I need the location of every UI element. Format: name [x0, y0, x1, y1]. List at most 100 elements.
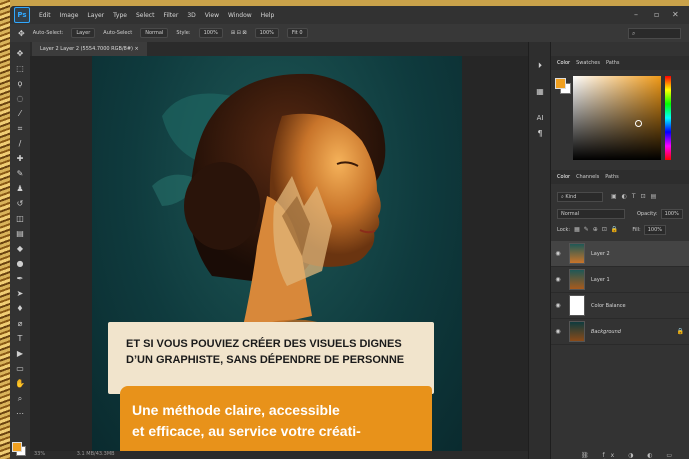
- mode-dropdown[interactable]: Normal: [140, 28, 169, 38]
- layer-kind-label: Kind: [565, 193, 577, 200]
- visibility-eye-icon[interactable]: ◉: [551, 302, 565, 309]
- pen-tool-icon-4[interactable]: ⌀: [14, 318, 26, 330]
- stamp-tool-icon[interactable]: ♟: [14, 183, 26, 195]
- layer-row-layer-1[interactable]: ◉ Layer 1: [551, 267, 689, 293]
- lasso-tool-icon[interactable]: ϙ: [14, 78, 26, 90]
- eyedropper-icon[interactable]: /: [14, 138, 26, 150]
- percent-field[interactable]: 100%: [254, 28, 279, 38]
- tab-layers-color[interactable]: Color: [557, 174, 570, 180]
- minimize-icon[interactable]: –: [634, 10, 638, 19]
- lock-icon[interactable]: 🔒: [677, 328, 684, 335]
- blend-mode-dropdown[interactable]: Normal: [557, 208, 625, 219]
- blur-tool-icon[interactable]: ◆: [14, 243, 26, 255]
- more-tools-icon[interactable]: ⋯: [14, 408, 26, 420]
- fill-label: Fill:: [632, 226, 641, 233]
- menu-type[interactable]: Type: [113, 12, 127, 19]
- layer-row-color-balance[interactable]: ◉ Color Balance: [551, 293, 689, 319]
- style-label: Style:: [176, 30, 191, 36]
- search-input[interactable]: ⌕: [628, 28, 681, 39]
- layers-panel-tabs: Color Channels Paths: [551, 170, 689, 184]
- auto-select-dropdown[interactable]: Layer: [71, 28, 96, 38]
- align-icons[interactable]: ⊞ ⊟ ⊠: [231, 30, 247, 36]
- history-icon[interactable]: ⏵: [534, 60, 546, 72]
- headline-card[interactable]: ET SI VOUS POUVIEZ CRÉER DES VISUELS DIG…: [108, 322, 434, 394]
- artboard[interactable]: ET SI VOUS POUVIEZ CRÉER DES VISUELS DIG…: [92, 56, 462, 459]
- tab-swatches[interactable]: Swatches: [576, 60, 600, 66]
- pen-tool-icon-2[interactable]: ➤: [14, 288, 26, 300]
- menu-select[interactable]: Select: [136, 12, 155, 19]
- lock-icons[interactable]: ▦✎⊕⊡🔒: [574, 226, 622, 233]
- foreground-color-swatch[interactable]: [12, 442, 22, 452]
- shape-tool-icon[interactable]: ▭: [14, 363, 26, 375]
- menu-layer[interactable]: Layer: [87, 12, 104, 19]
- adjustments-icon[interactable]: ▦: [534, 86, 546, 98]
- tab-color[interactable]: Color: [557, 60, 570, 66]
- transform-controls-toggle[interactable]: Auto-Select: [103, 30, 132, 36]
- gold-background: [0, 0, 10, 459]
- fill-field[interactable]: 100%: [643, 224, 666, 235]
- move-tool-icon[interactable]: ✥: [14, 48, 26, 60]
- menu-edit[interactable]: Edit: [39, 12, 51, 19]
- gradient-tool-icon[interactable]: ▤: [14, 228, 26, 240]
- ai-panel-label[interactable]: AI: [534, 112, 546, 124]
- layer-row-background[interactable]: ◉ Background 🔒: [551, 319, 689, 345]
- hue-slider[interactable]: [665, 76, 671, 160]
- layer-filter-bar: ⌕ Kind ▣◐T⊡▤: [557, 191, 684, 202]
- subheadline-card[interactable]: Une méthode claire, accessible et effica…: [120, 386, 432, 459]
- tab-channels[interactable]: Channels: [576, 174, 599, 180]
- zoom-tool-icon[interactable]: ⌕: [14, 393, 26, 405]
- history-brush-icon[interactable]: ↺: [14, 198, 26, 210]
- headline-text[interactable]: ET SI VOUS POUVIEZ CRÉER DES VISUELS DIG…: [126, 336, 426, 368]
- visibility-eye-icon[interactable]: ◉: [551, 328, 565, 335]
- dodge-tool-icon[interactable]: ●: [14, 258, 26, 270]
- pen-tool-icon[interactable]: ✒: [14, 273, 26, 285]
- visibility-eye-icon[interactable]: ◉: [551, 276, 565, 283]
- tab-paths[interactable]: Paths: [606, 60, 620, 66]
- ps-app-icon[interactable]: Ps: [14, 7, 30, 23]
- canvas-area[interactable]: ET SI VOUS POUVIEZ CRÉER DES VISUELS DIG…: [30, 56, 528, 459]
- menu-help[interactable]: Help: [261, 12, 275, 19]
- layer-kind-filter[interactable]: ⌕ Kind: [557, 191, 603, 202]
- path-select-icon[interactable]: ▶: [14, 348, 26, 360]
- layer-row-layer-2[interactable]: ◉ Layer 2: [551, 241, 689, 267]
- menu-filter[interactable]: Filter: [163, 12, 178, 19]
- layer-name[interactable]: Color Balance: [591, 303, 626, 309]
- paragraph-icon[interactable]: ¶: [534, 128, 546, 140]
- eraser-tool-icon[interactable]: ◫: [14, 213, 26, 225]
- subheadline-text[interactable]: Une méthode claire, accessible et effica…: [132, 400, 422, 442]
- move-tool-icon[interactable]: ✥: [18, 29, 25, 38]
- pen-tool-icon-3[interactable]: ♦: [14, 303, 26, 315]
- menu-3d[interactable]: 3D: [187, 12, 195, 19]
- visibility-eye-icon[interactable]: ◉: [551, 250, 565, 257]
- hand-tool-icon[interactable]: ✋: [14, 378, 26, 390]
- layers-bottom-toolbar[interactable]: ⛓ fx ◑ ◐ ▭ ▣ 🗑: [581, 452, 689, 459]
- menu-image[interactable]: Image: [60, 12, 79, 19]
- menu-window[interactable]: Window: [228, 12, 252, 19]
- close-icon[interactable]: ✕: [672, 10, 679, 19]
- layer-name[interactable]: Layer 2: [591, 251, 610, 257]
- document-tab[interactable]: Layer 2 Layer 2 (5554.7000 RGB/8#) ×: [32, 42, 147, 56]
- style-field[interactable]: 100%: [198, 28, 223, 38]
- color-panel-tabs: Color Swatches Paths: [551, 56, 689, 70]
- healing-brush-icon[interactable]: ✚: [14, 153, 26, 165]
- layer-name[interactable]: Layer 1: [591, 277, 610, 283]
- magic-wand-icon[interactable]: ⁄: [14, 108, 26, 120]
- layer-filter-icons[interactable]: ▣◐T⊡▤: [611, 193, 661, 200]
- marquee-tool-icon[interactable]: ⬚: [14, 63, 26, 75]
- mode2-field[interactable]: Fit 0: [286, 28, 308, 38]
- zoom-level[interactable]: 33%: [34, 451, 45, 457]
- color-picker-cursor[interactable]: [635, 120, 642, 127]
- crop-tool-icon[interactable]: ⌗: [14, 123, 26, 135]
- layer-thumbnail: [569, 321, 585, 342]
- maximize-icon[interactable]: ▫: [654, 10, 659, 19]
- brush-tool-icon[interactable]: ✎: [14, 168, 26, 180]
- layer-name[interactable]: Background: [591, 329, 621, 335]
- menu-view[interactable]: View: [205, 12, 219, 19]
- color-picker-field[interactable]: [573, 76, 661, 160]
- quick-select-icon[interactable]: ◌: [14, 93, 26, 105]
- auto-select-label[interactable]: Auto-Select:: [33, 30, 64, 36]
- type-tool-icon[interactable]: T: [14, 333, 26, 345]
- color-panel-fg-swatch[interactable]: [555, 78, 566, 89]
- opacity-field[interactable]: 100%: [660, 208, 683, 219]
- tab-layers-paths[interactable]: Paths: [605, 174, 619, 180]
